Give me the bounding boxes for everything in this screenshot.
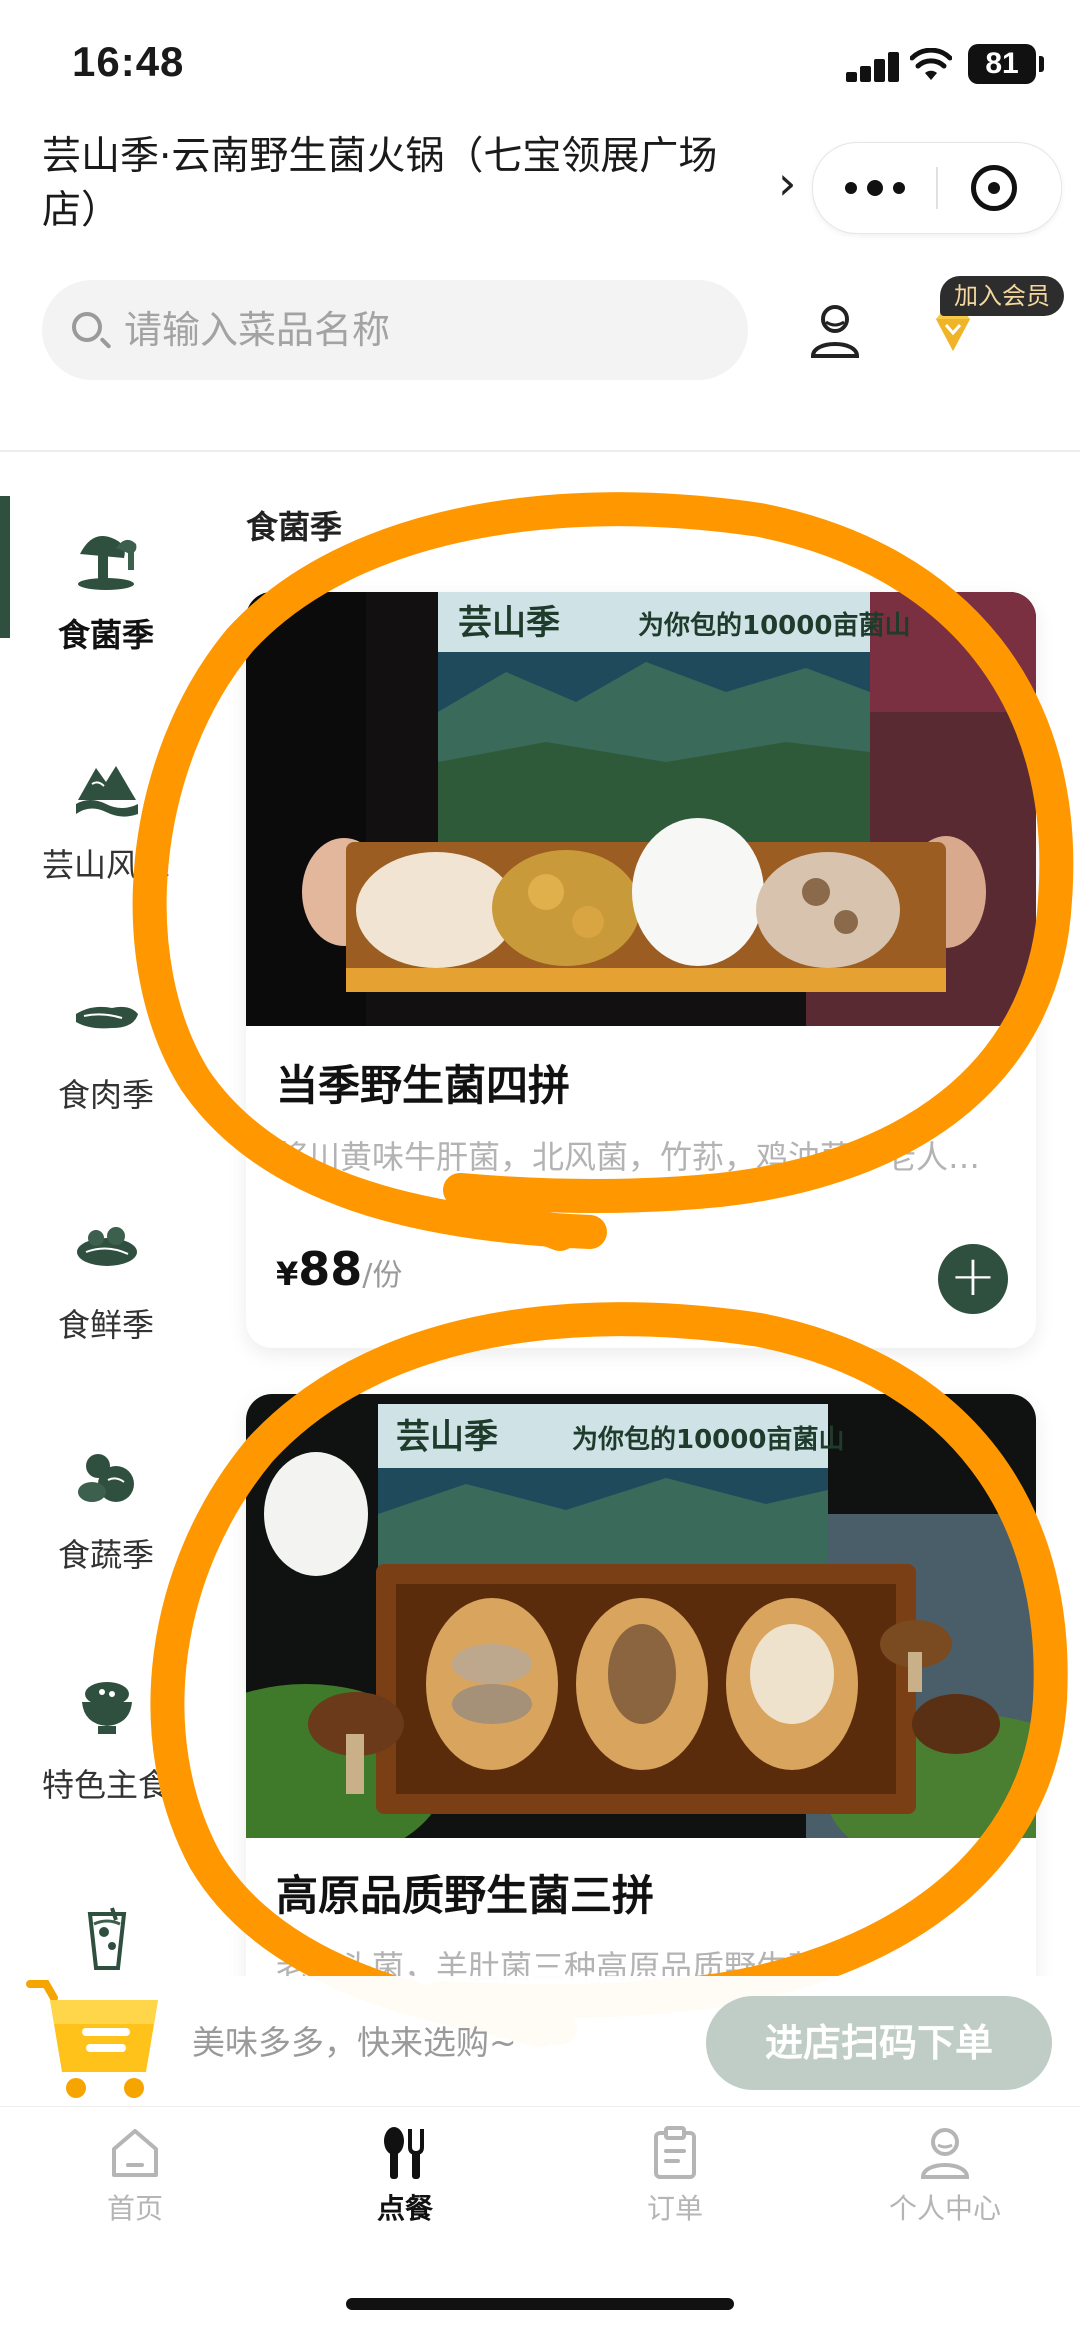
shopping-cart-icon[interactable] (24, 1976, 164, 2106)
board-slogan-text: 为你包的10000亩菌山 (572, 1424, 844, 1455)
sidebar-item-seafood[interactable]: 食鲜季 (0, 1172, 212, 1362)
dish-name: 当季野生菌四拼 (276, 1061, 571, 1110)
tab-home[interactable]: 首页 (0, 2125, 270, 2255)
add-to-cart-button[interactable]: + (938, 1244, 1008, 1314)
search-input[interactable] (124, 280, 724, 380)
search-bar[interactable] (42, 280, 748, 380)
cellular-signal-icon (846, 52, 899, 82)
category-sidebar: 食菌季 芸山风味 食肉季 食鲜季 食蔬季 特色主食 (0, 452, 212, 1982)
tab-label: 首页 (106, 2192, 163, 2225)
sidebar-item-label: 芸山风味 (41, 846, 170, 884)
dish-photo[interactable]: 芸山季 为你包的10000亩菌山 (246, 1394, 1036, 1838)
miniprogram-capsule (812, 142, 1062, 234)
tab-label: 个人中心 (888, 2192, 1001, 2225)
battery-indicator: 81 (968, 44, 1036, 84)
mountain-icon (76, 766, 138, 817)
price-unit: /份 (362, 1258, 403, 1293)
join-member-badge[interactable]: 加入会员 (940, 276, 1064, 316)
wifi-icon (910, 48, 952, 80)
sidebar-item-staple[interactable]: 特色主食 (0, 1632, 212, 1822)
board-brand-text: 芸山季 (396, 1417, 498, 1457)
sidebar-item-yunshan[interactable]: 芸山风味 (0, 712, 212, 902)
sidebar-item-label: 食肉季 (57, 1076, 154, 1114)
more-icon[interactable] (813, 143, 936, 233)
home-icon (112, 2129, 158, 2177)
sidebar-item-mushroom[interactable]: 食菌季 (0, 482, 212, 672)
price-value: 88 (298, 1242, 363, 1296)
user-icon (920, 2128, 970, 2179)
dish-description: 将川黄味牛肝菌，北风菌，竹荪，鸡油菌，老人头菌四种当季野生菌拼盘 (276, 1138, 1006, 1176)
board-brand-text: 芸山季 (458, 603, 560, 643)
cart-bar: 美味多多，快来选购~ 进店扫码下单 (0, 1976, 1080, 2106)
chevron-right-icon[interactable]: › (778, 160, 796, 206)
cart-hint-text: 美味多多，快来选购~ (192, 2023, 517, 2062)
scan-to-order-button[interactable]: 进店扫码下单 (706, 1996, 1052, 2090)
tab-order-food[interactable]: 点餐 (270, 2125, 540, 2255)
tab-label: 订单 (646, 2192, 703, 2225)
shop-title[interactable]: 芸山季·云南野生菌火锅（七宝领展广场店） (42, 130, 772, 238)
tab-orders[interactable]: 订单 (540, 2125, 810, 2255)
drink-icon (87, 1907, 127, 1970)
capsule-divider (936, 167, 938, 209)
meat-icon (76, 1006, 138, 1029)
dish-photo[interactable]: 芸山季 为你包的10000亩菌山 (246, 592, 1036, 1026)
member-profile-icon[interactable] (808, 302, 862, 360)
board-slogan-text: 为你包的10000亩菌山 (638, 610, 910, 641)
tab-profile[interactable]: 个人中心 (810, 2125, 1080, 2255)
sidebar-item-vegetable[interactable]: 食蔬季 (0, 1402, 212, 1592)
sidebar-active-indicator (0, 496, 10, 638)
home-indicator (346, 2298, 734, 2310)
tab-label: 点餐 (376, 2192, 433, 2225)
status-time: 16:48 (72, 38, 185, 85)
price-currency: ¥ (276, 1255, 299, 1293)
sidebar-item-label: 食菌季 (57, 616, 154, 654)
section-title: 食菌季 (246, 508, 343, 546)
mushroom-icon (78, 536, 137, 590)
rice-bowl-icon (82, 1682, 132, 1734)
close-miniprogram-icon[interactable] (971, 165, 1017, 211)
dish-name: 高原品质野生菌三拼 (276, 1871, 655, 1920)
sidebar-item-label: 特色主食 (41, 1766, 170, 1804)
sidebar-item-label: 食蔬季 (57, 1536, 154, 1574)
sidebar-item-label: 食鲜季 (57, 1306, 154, 1344)
dish-price: ¥88/份 (276, 1242, 402, 1296)
clipboard-icon (654, 2126, 696, 2179)
search-icon (72, 312, 102, 342)
seafood-icon (77, 1227, 137, 1266)
sidebar-item-meat[interactable]: 食肉季 (0, 942, 212, 1132)
menu-item-card[interactable]: 芸山季 为你包的10000亩菌山 当季野生菌四拼 将川黄味牛肝菌，北风菌，竹荪，… (246, 592, 1036, 1348)
utensils-icon (384, 2127, 424, 2179)
vegetable-icon (78, 1454, 134, 1502)
battery-tip (1039, 56, 1044, 72)
